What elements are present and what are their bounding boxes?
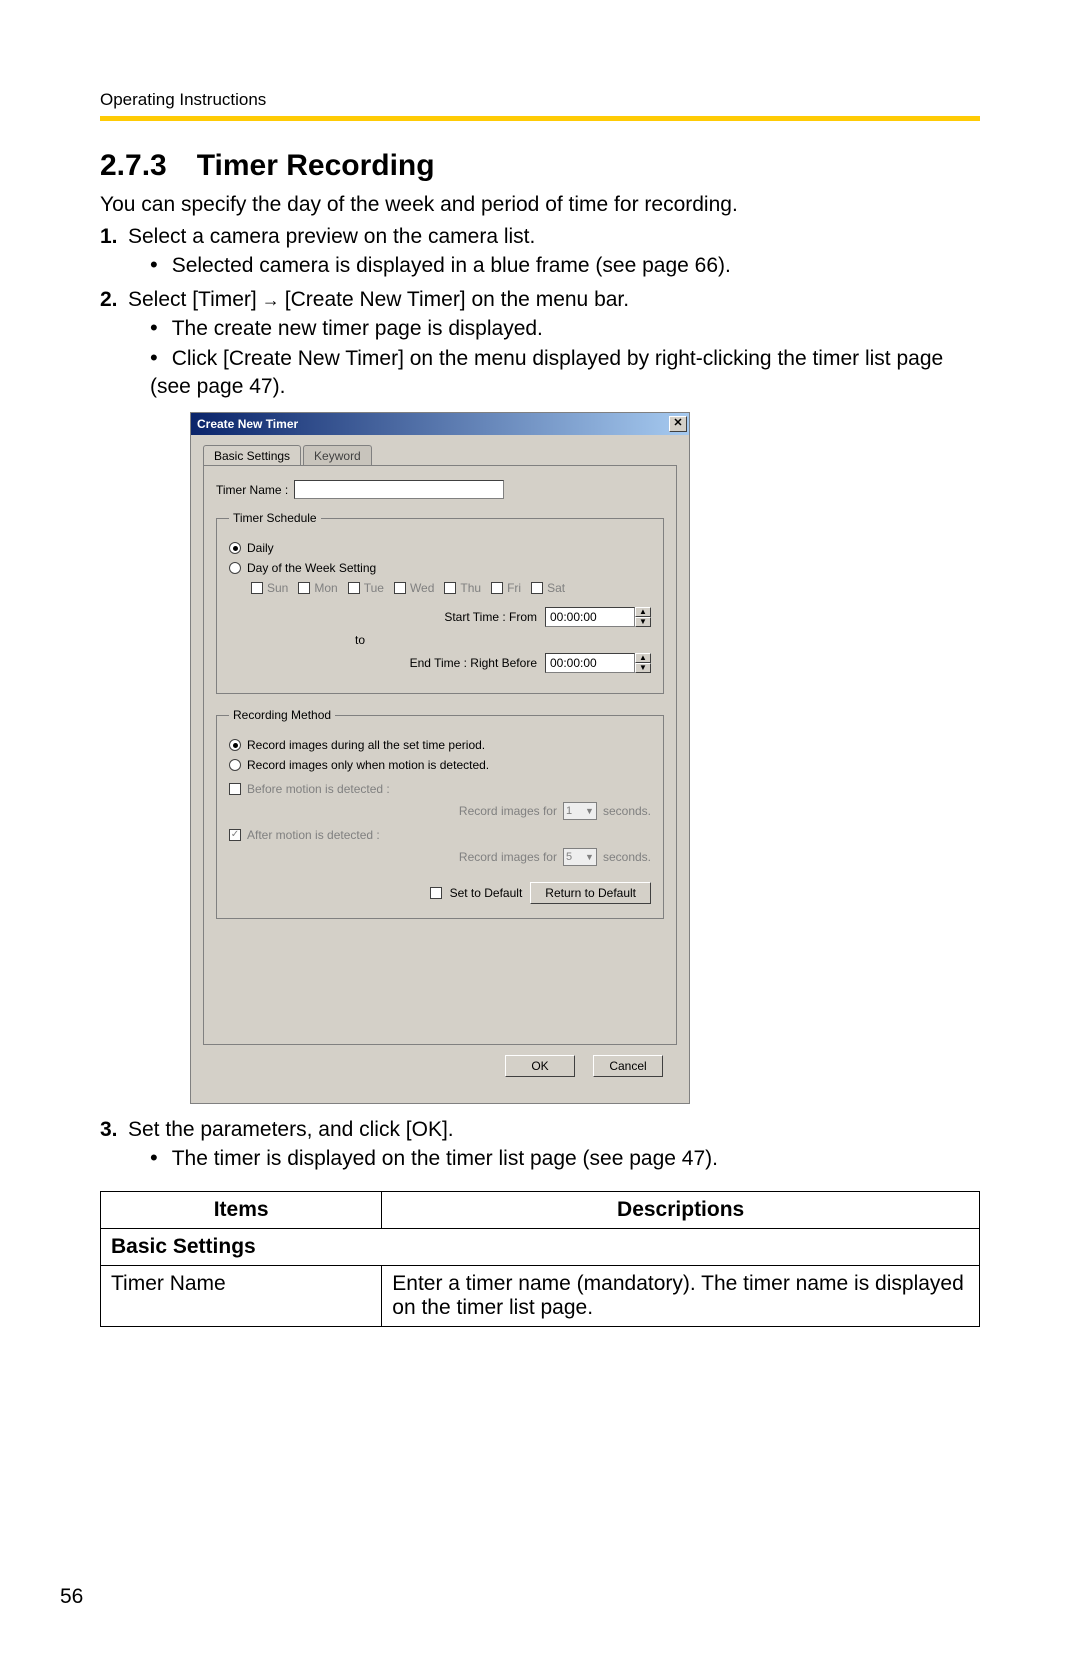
step-text-post: [Create New Timer] on the menu bar. [285, 288, 629, 311]
step-number: 1. [100, 225, 128, 249]
arrow-icon: → [257, 290, 285, 310]
close-icon[interactable]: ✕ [669, 416, 687, 432]
step-text: Select a camera preview on the camera li… [128, 225, 535, 248]
col-items: Items [101, 1191, 382, 1228]
spin-up-icon[interactable]: ▲ [635, 607, 651, 617]
step-text-pre: Select [Timer] [128, 288, 257, 311]
chk-fri[interactable] [491, 582, 503, 594]
table-row: Timer Name Enter a timer name (mandatory… [101, 1265, 980, 1326]
schedule-legend: Timer Schedule [229, 511, 321, 525]
dialog-titlebar: Create New Timer ✕ [191, 413, 689, 435]
cell-desc: Enter a timer name (mandatory). The time… [382, 1265, 980, 1326]
chk-tue[interactable] [348, 582, 360, 594]
page-number: 56 [60, 1585, 83, 1609]
chk-before-motion[interactable] [229, 783, 241, 795]
section-heading: 2.7.3 Timer Recording [100, 149, 980, 183]
table-subhead: Basic Settings [101, 1228, 980, 1265]
radio-dow[interactable] [229, 562, 241, 574]
radio-dow-label: Day of the Week Setting [247, 561, 376, 575]
step-2: 2.Select [Timer] → [Create New Timer] on… [100, 288, 980, 1104]
timer-name-input[interactable] [294, 480, 504, 499]
timer-schedule-group: Timer Schedule Daily Day of the Week Set… [216, 511, 664, 694]
step-1: 1.Select a camera preview on the camera … [100, 225, 980, 280]
step-3: 3.Set the parameters, and click [OK]. Th… [100, 1118, 980, 1173]
recording-method-group: Recording Method Record images during al… [216, 708, 664, 919]
end-time-input[interactable]: 00:00:00 ▲▼ [545, 653, 651, 673]
radio-record-motion-label: Record images only when motion is detect… [247, 758, 489, 772]
running-header: Operating Instructions [100, 90, 980, 110]
after-seconds-select[interactable]: 5▼ [563, 848, 597, 866]
step-2-sub-2: Click [Create New Timer] on the menu dis… [150, 344, 980, 400]
step-1-sub-1: Selected camera is displayed in a blue f… [150, 251, 980, 280]
before-seconds-select[interactable]: 1▼ [563, 802, 597, 820]
chk-set-default[interactable] [430, 887, 442, 899]
chk-sun[interactable] [251, 582, 263, 594]
create-timer-dialog: Create New Timer ✕ Basic Settings Keywor… [190, 412, 690, 1104]
header-rule [100, 116, 980, 121]
step-number: 3. [100, 1118, 128, 1142]
radio-record-all-label: Record images during all the set time pe… [247, 738, 485, 752]
chevron-down-icon: ▼ [585, 852, 594, 862]
radio-record-all[interactable] [229, 739, 241, 751]
chk-thu[interactable] [444, 582, 456, 594]
spin-up-icon[interactable]: ▲ [635, 653, 651, 663]
chk-after-motion[interactable]: ✓ [229, 829, 241, 841]
method-legend: Recording Method [229, 708, 335, 722]
col-descriptions: Descriptions [382, 1191, 980, 1228]
chevron-down-icon: ▼ [585, 806, 594, 816]
days-row: Sun Mon Tue Wed Thu Fri Sat [251, 581, 651, 595]
chk-wed[interactable] [394, 582, 406, 594]
step-text: Set the parameters, and click [OK]. [128, 1118, 454, 1141]
description-table: Items Descriptions Basic Settings Timer … [100, 1191, 980, 1327]
radio-daily-label: Daily [247, 541, 274, 555]
return-default-button[interactable]: Return to Default [530, 882, 651, 904]
dialog-title: Create New Timer [197, 417, 298, 431]
cancel-button[interactable]: Cancel [593, 1055, 663, 1077]
steps-list: 1.Select a camera preview on the camera … [100, 225, 980, 1173]
after-motion-label: After motion is detected : [247, 828, 380, 842]
radio-daily[interactable] [229, 542, 241, 554]
chk-sat[interactable] [531, 582, 543, 594]
chk-mon[interactable] [298, 582, 310, 594]
spin-down-icon[interactable]: ▼ [635, 663, 651, 673]
ok-button[interactable]: OK [505, 1055, 575, 1077]
before-motion-label: Before motion is detected : [247, 782, 390, 796]
cell-item: Timer Name [101, 1265, 382, 1326]
intro-text: You can specify the day of the week and … [100, 193, 980, 217]
radio-record-motion[interactable] [229, 759, 241, 771]
to-label: to [229, 633, 491, 647]
start-time-label: Start Time : From [444, 610, 537, 624]
section-number: 2.7.3 [100, 149, 167, 183]
spin-down-icon[interactable]: ▼ [635, 617, 651, 627]
tab-keyword[interactable]: Keyword [303, 445, 372, 466]
section-title: Timer Recording [197, 149, 435, 182]
end-time-label: End Time : Right Before [410, 656, 537, 670]
step-3-sub-1: The timer is displayed on the timer list… [150, 1144, 980, 1173]
timer-name-label: Timer Name : [216, 483, 288, 497]
step-2-sub-1: The create new timer page is displayed. [150, 314, 980, 343]
start-time-input[interactable]: 00:00:00 ▲▼ [545, 607, 651, 627]
tab-basic-settings[interactable]: Basic Settings [203, 445, 301, 466]
set-default-label: Set to Default [450, 886, 523, 900]
step-number: 2. [100, 288, 128, 312]
